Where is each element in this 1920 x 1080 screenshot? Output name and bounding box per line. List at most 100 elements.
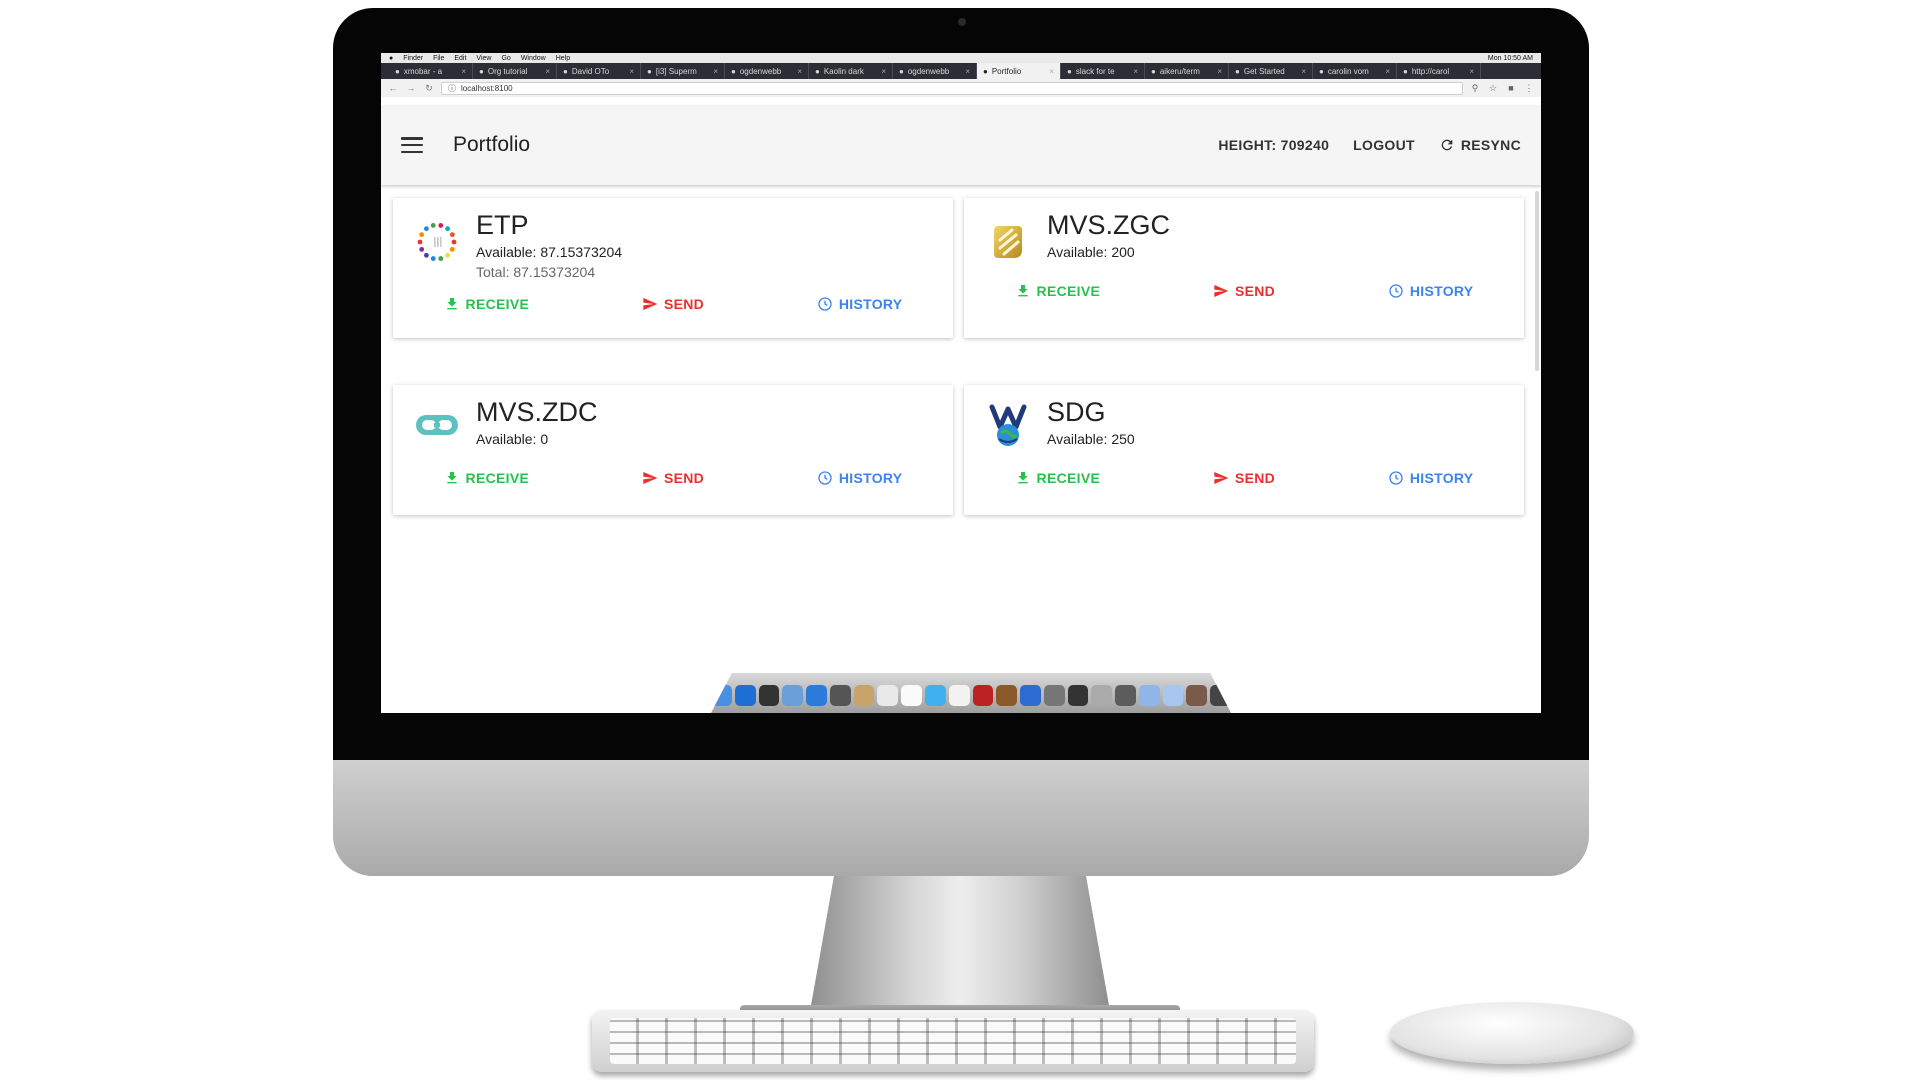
dock-app-icon[interactable] [1186, 684, 1208, 706]
menubar-item-help[interactable]: Help [556, 55, 570, 62]
browser-tab[interactable]: ● Kaolin dark × [809, 63, 893, 79]
dock-app-icon[interactable] [1043, 684, 1065, 706]
reload-icon[interactable]: ↻ [423, 83, 435, 94]
close-tab-icon[interactable]: × [1301, 67, 1306, 76]
receive-label: RECEIVE [1036, 470, 1101, 486]
dock-app-icon[interactable] [734, 684, 756, 706]
info-icon: ⓘ [448, 83, 456, 93]
send-icon [1214, 285, 1229, 297]
dock-app-icon[interactable] [901, 684, 922, 706]
browser-tab[interactable]: ● slack for te × [1061, 63, 1145, 79]
asset-info: SDG Available: 250 [1047, 397, 1135, 447]
browser-tab-label: ogdenwebb [739, 66, 782, 76]
browser-tab[interactable]: ● Get Started × [1229, 63, 1313, 79]
history-label: HISTORY [838, 296, 903, 312]
browser-tab[interactable]: ● aikeru/term × [1145, 63, 1229, 79]
menubar-item-edit[interactable]: Edit [454, 55, 466, 62]
browser-tab[interactable]: ● Portfolio × [977, 63, 1061, 79]
address-bar[interactable]: ⓘ localhost:8100 [441, 81, 1463, 95]
close-tab-icon[interactable]: × [1049, 67, 1054, 76]
history-button[interactable]: HISTORY [766, 296, 953, 312]
browser-tab-label: http://carol [1411, 66, 1450, 76]
receive-label: RECEIVE [465, 296, 530, 312]
dock-app-icon[interactable] [1115, 684, 1136, 706]
menubar-clock[interactable]: Mon 10:50 AM [1488, 55, 1533, 62]
apple-icon[interactable]: ● [389, 55, 393, 62]
dock-app-icon[interactable] [1162, 684, 1184, 706]
zgc-logo-icon [994, 226, 1022, 258]
dock-app-icon[interactable] [924, 684, 946, 706]
dock-app-icon[interactable] [829, 684, 851, 706]
send-button[interactable]: SEND [580, 296, 767, 312]
close-tab-icon[interactable]: × [1217, 67, 1222, 76]
close-tab-icon[interactable]: × [1469, 67, 1474, 76]
clock-icon [1389, 284, 1403, 298]
bookmark-star-icon[interactable]: ☆ [1487, 83, 1499, 94]
dock-app-icon[interactable] [1020, 684, 1041, 706]
browser-tab[interactable]: ● xmobar - a × [389, 63, 473, 79]
dock-app-icon[interactable] [853, 684, 875, 706]
close-tab-icon[interactable]: × [629, 67, 634, 76]
menubar-item-window[interactable]: Window [521, 55, 546, 62]
refresh-icon [1441, 139, 1453, 151]
dock-app-icon[interactable] [806, 684, 827, 706]
receive-button[interactable]: RECEIVE [964, 470, 1151, 486]
receive-button[interactable]: RECEIVE [393, 296, 580, 312]
dock-app-icon[interactable] [782, 684, 804, 706]
browser-tab[interactable]: ● David OTo × [557, 63, 641, 79]
close-tab-icon[interactable]: × [713, 67, 718, 76]
clock-icon [818, 297, 832, 311]
browser-tab[interactable]: ● Org tutorial × [473, 63, 557, 79]
history-button[interactable]: HISTORY [1337, 470, 1524, 486]
close-tab-icon[interactable]: × [1133, 67, 1138, 76]
logout-button[interactable]: LOGOUT [1353, 137, 1415, 153]
menubar-item-view[interactable]: View [476, 55, 491, 62]
close-tab-icon[interactable]: × [797, 67, 802, 76]
browser-tab[interactable]: ● http://carol × [1397, 63, 1481, 79]
dock-app-icon[interactable] [996, 684, 1018, 706]
browser-tab-label: aikeru/term [1159, 66, 1200, 76]
browser-tab[interactable]: ● carolin vom × [1313, 63, 1397, 79]
stage: ● Finder File Edit View Go Window Help M… [0, 0, 1920, 1080]
back-icon[interactable]: ← [387, 83, 399, 93]
menubar-item-file[interactable]: File [433, 55, 444, 62]
menubar-item-finder[interactable]: Finder [403, 55, 423, 62]
close-tab-icon[interactable]: × [461, 67, 466, 76]
send-button[interactable]: SEND [1151, 470, 1338, 486]
block-height-label: HEIGHT: 709240 [1218, 137, 1330, 153]
receive-button[interactable]: RECEIVE [393, 470, 580, 486]
forward-icon[interactable]: → [405, 83, 417, 93]
close-tab-icon[interactable]: × [1385, 67, 1390, 76]
asset-card-zgc: MVS.ZGC Available: 200 RECEIVE SEND HIST… [964, 198, 1524, 338]
favicon-icon: ● [479, 66, 484, 76]
browser-tab[interactable]: ● [i3] Superm × [641, 63, 725, 79]
send-button[interactable]: SEND [580, 470, 767, 486]
dock-app-icon[interactable] [1091, 684, 1113, 706]
receive-button[interactable]: RECEIVE [964, 283, 1151, 299]
asset-symbol: MVS.ZGC [1047, 210, 1171, 240]
camera-dot [958, 18, 966, 26]
menubar-item-go[interactable]: Go [501, 55, 510, 62]
dock-app-icon[interactable] [948, 684, 970, 706]
close-tab-icon[interactable]: × [965, 67, 970, 76]
zoom-icon[interactable]: ⚲ [1469, 83, 1481, 94]
dock-app-icon[interactable] [1067, 684, 1089, 706]
close-tab-icon[interactable]: × [881, 67, 886, 76]
dock-app-icon[interactable] [758, 684, 780, 706]
browser-tab[interactable]: ● ogdenwebb × [725, 63, 809, 79]
extension-icon[interactable]: ■ [1505, 83, 1517, 93]
dock-app-icon[interactable] [1138, 684, 1160, 706]
favicon-icon: ● [1067, 66, 1072, 76]
resync-button[interactable]: RESYNC [1439, 137, 1521, 153]
dock-app-icon[interactable] [972, 684, 994, 706]
browser-menu-icon[interactable]: ⋮ [1523, 83, 1535, 94]
favicon-icon: ● [1151, 66, 1156, 76]
favicon-icon: ● [395, 66, 400, 76]
dock-app-icon[interactable] [877, 684, 899, 706]
history-button[interactable]: HISTORY [766, 470, 953, 486]
send-button[interactable]: SEND [1151, 283, 1338, 299]
close-tab-icon[interactable]: × [545, 67, 550, 76]
hamburger-menu-icon[interactable] [401, 137, 423, 153]
history-button[interactable]: HISTORY [1337, 283, 1524, 299]
browser-tab[interactable]: ● ogdenwebb × [893, 63, 977, 79]
